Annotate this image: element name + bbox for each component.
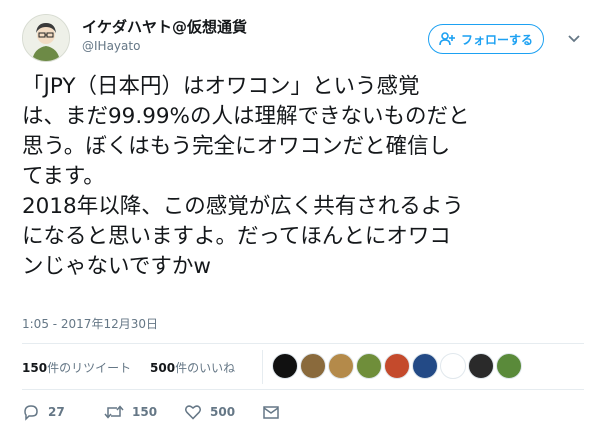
retweet-stat-label: 件のリツイート: [47, 361, 132, 375]
tweet-actions: 27 150 500: [22, 400, 584, 426]
like-stat[interactable]: 500件のいいね: [150, 359, 235, 376]
tweet-stats: 150件のリツイート 500件のいいね: [22, 350, 584, 384]
like-count: 500: [210, 405, 236, 419]
retweet-stat-count: 150: [22, 361, 48, 375]
divider: [22, 389, 584, 390]
follow-label: フォローする: [460, 32, 533, 47]
like-button[interactable]: 500: [184, 400, 235, 424]
divider: [22, 343, 584, 344]
liker-avatar-6[interactable]: [412, 353, 438, 379]
liker-avatar-9[interactable]: [496, 353, 522, 379]
reply-count: 27: [48, 405, 65, 419]
retweet-icon: [104, 403, 124, 421]
like-stat-label: 件のいいね: [175, 361, 236, 375]
add-user-icon: [439, 32, 455, 46]
user-avatar[interactable]: [22, 14, 70, 62]
chevron-down-icon[interactable]: [566, 30, 582, 46]
user-handle[interactable]: @IHayato: [82, 39, 140, 53]
liker-avatar-5[interactable]: [384, 353, 410, 379]
liker-avatar-7[interactable]: [440, 353, 466, 379]
follow-button[interactable]: フォローする: [428, 24, 544, 54]
liker-avatar-1[interactable]: [272, 353, 298, 379]
liker-avatar-8[interactable]: [468, 353, 494, 379]
divider: [262, 350, 263, 384]
reply-button[interactable]: 27: [22, 400, 65, 424]
heart-icon: [184, 403, 202, 421]
tweet-timestamp[interactable]: 1:05 - 2017年12月30日: [22, 315, 158, 332]
envelope-icon: [262, 403, 280, 421]
retweet-button[interactable]: 150: [104, 400, 157, 424]
reply-icon: [22, 403, 40, 421]
liker-avatar-3[interactable]: [328, 353, 354, 379]
direct-message-button[interactable]: [262, 400, 280, 424]
tweet-header: イケダハヤト@仮想通貨 @IHayato フォローする: [22, 14, 584, 62]
tweet-text: 「JPY（日本円）はオワコン」という感覚 は、まだ99.99%の人は理解できない…: [22, 74, 470, 279]
liker-avatar-2[interactable]: [300, 353, 326, 379]
retweet-stat[interactable]: 150件のリツイート: [22, 359, 131, 376]
display-name[interactable]: イケダハヤト@仮想通貨: [82, 16, 247, 37]
like-stat-count: 500: [150, 361, 176, 375]
retweet-count: 150: [132, 405, 158, 419]
liker-avatar-4[interactable]: [356, 353, 382, 379]
